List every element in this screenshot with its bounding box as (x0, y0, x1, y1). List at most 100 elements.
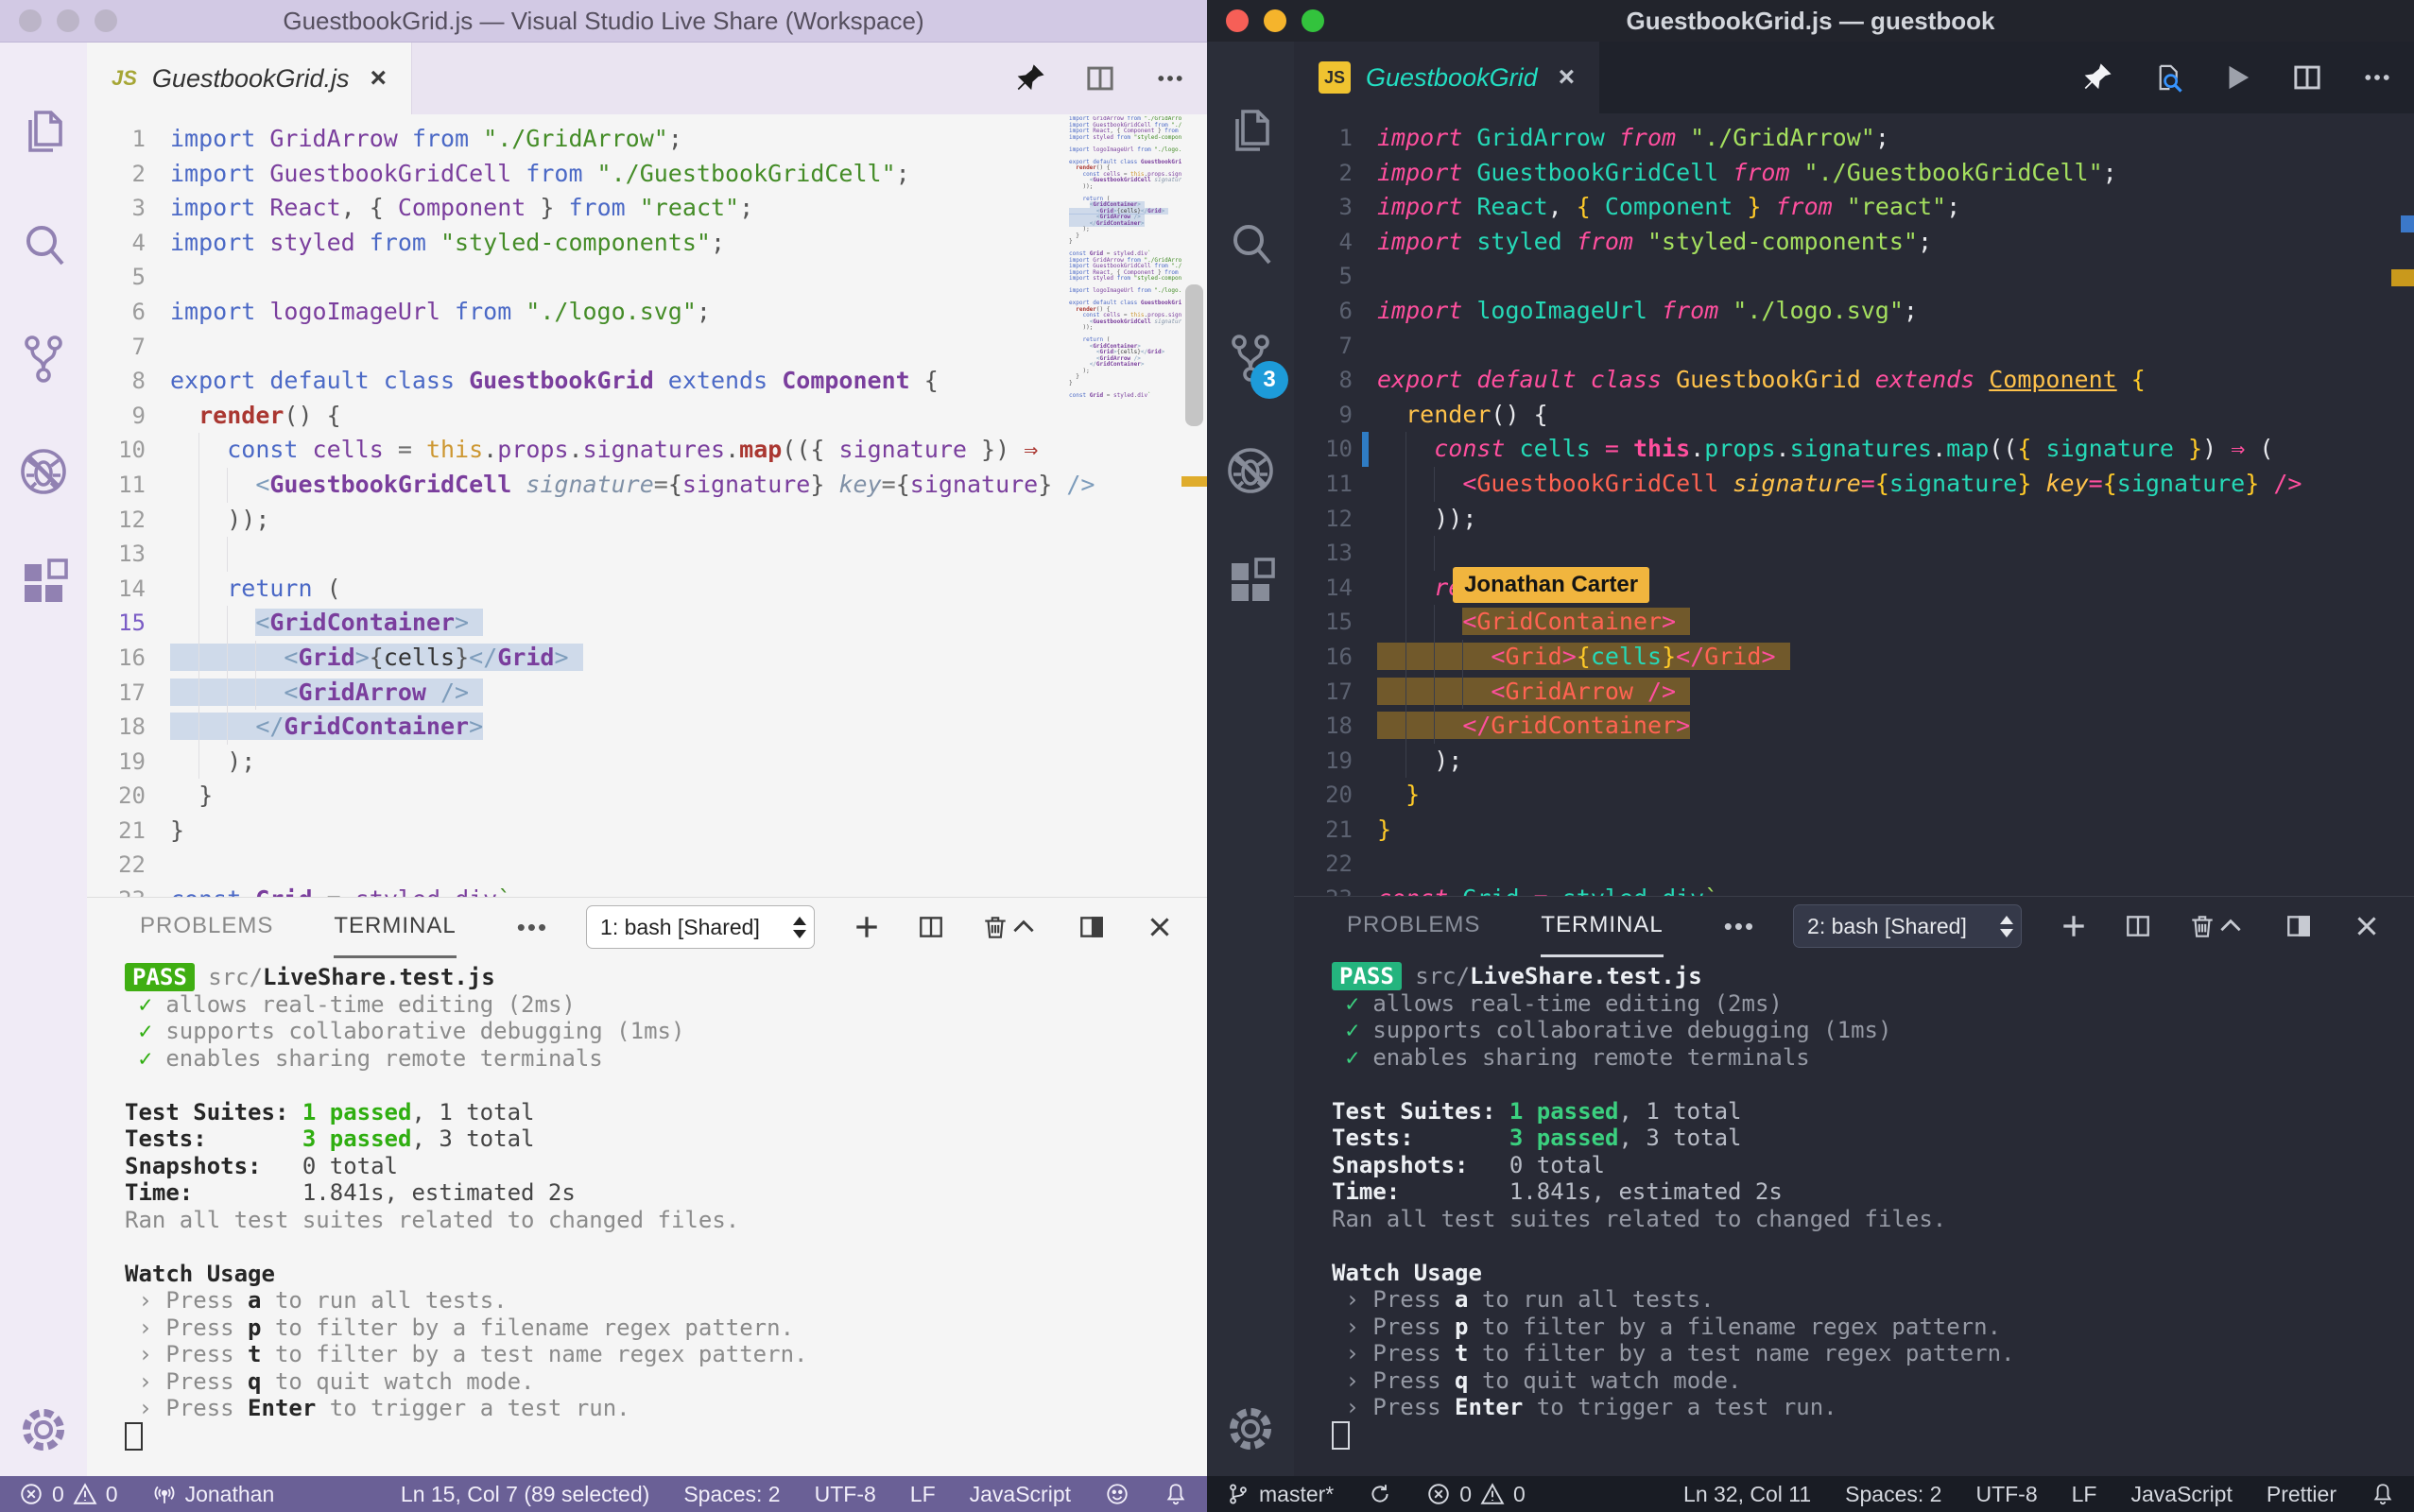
code-editor[interactable]: 1import GridArrow from "./GridArrow";2im… (1294, 113, 2414, 896)
terminal-output[interactable]: PASS src/LiveShare.test.js ✓ allows real… (87, 956, 1207, 1477)
git-branch-status[interactable]: master* (1226, 1482, 1334, 1507)
more-actions-icon[interactable] (1154, 62, 1186, 94)
minimap[interactable]: import GridArrow from "./GridArrow";impo… (1066, 116, 1181, 409)
language-mode[interactable]: JavaScript (970, 1482, 1071, 1507)
tab-guestbookgrid[interactable]: JS GuestbookGrid.js × (87, 43, 412, 114)
tab-problems[interactable]: PROBLEMS (1347, 896, 1480, 957)
tab-problems[interactable]: PROBLEMS (140, 897, 273, 958)
warnings-icon (73, 1482, 97, 1506)
pin-editor-icon[interactable] (2081, 61, 2113, 94)
split-terminal-icon[interactable] (2124, 912, 2152, 940)
kill-terminal-icon[interactable] (981, 913, 1009, 941)
close-window-icon[interactable] (1226, 9, 1249, 32)
encoding[interactable]: UTF-8 (815, 1482, 876, 1507)
new-terminal-icon[interactable] (853, 913, 881, 941)
terminal-select[interactable]: 1: bash [Shared] (586, 905, 815, 949)
problems-status[interactable]: 0 0 (1426, 1482, 1526, 1507)
panel-more-tabs-icon[interactable]: ••• (517, 913, 548, 942)
source-control-icon[interactable] (17, 332, 70, 385)
formatter-status[interactable]: Prettier (2267, 1482, 2336, 1507)
minimize-window-icon[interactable] (57, 9, 79, 32)
cursor-position[interactable]: Ln 32, Col 11 (1683, 1482, 1811, 1507)
sync-changes[interactable] (1368, 1482, 1392, 1506)
liveshare-session-status[interactable]: Jonathan (152, 1482, 275, 1507)
vscode-window-liveshare-guest: GuestbookGrid.js — Visual Studio Live Sh… (0, 0, 1207, 1512)
code-lines[interactable]: 1import GridArrow from "./GridArrow";2im… (1294, 121, 2414, 896)
titlebar[interactable]: GuestbookGrid.js — guestbook (1207, 0, 2414, 42)
new-terminal-icon[interactable] (2060, 912, 2088, 940)
editor-scrollbar[interactable] (1181, 114, 1207, 897)
broadcast-icon (152, 1482, 177, 1506)
terminal-select[interactable]: 2: bash [Shared] (1793, 904, 2022, 948)
zoom-window-icon[interactable] (1302, 9, 1324, 32)
tab-guestbookgrid[interactable]: JS GuestbookGrid × (1294, 42, 1599, 113)
traffic-lights[interactable] (19, 9, 117, 32)
tab-bar: JS GuestbookGrid.js × (87, 43, 1207, 114)
close-window-icon[interactable] (19, 9, 42, 32)
explorer-icon[interactable] (17, 105, 70, 158)
kill-terminal-icon[interactable] (2188, 912, 2216, 940)
settings-gear-icon[interactable] (17, 1403, 70, 1456)
eol[interactable]: LF (910, 1482, 936, 1507)
search-in-file-icon[interactable] (2151, 61, 2183, 94)
tab-close-icon[interactable]: × (1559, 61, 1576, 94)
traffic-lights[interactable] (1226, 9, 1324, 32)
toggle-panel-icon[interactable] (1078, 913, 1106, 941)
window-title: GuestbookGrid.js — Visual Studio Live Sh… (0, 7, 1207, 36)
errors-icon (19, 1482, 43, 1506)
cursor-position[interactable]: Ln 15, Col 7 (89 selected) (401, 1482, 649, 1507)
panel-header: PROBLEMS TERMINAL ••• 2: bash [Shared] (1294, 897, 2414, 955)
activity-bar (0, 43, 87, 1477)
debug-disabled-icon[interactable] (1224, 444, 1277, 497)
settings-gear-icon[interactable] (1224, 1402, 1277, 1455)
encoding[interactable]: UTF-8 (1975, 1482, 2037, 1507)
select-arrows-icon (2000, 916, 2013, 937)
indentation[interactable]: Spaces: 2 (1845, 1482, 1941, 1507)
git-modified-gutter-mark (1362, 432, 1369, 467)
panel-more-tabs-icon[interactable]: ••• (1724, 912, 1755, 941)
zoom-window-icon[interactable] (95, 9, 117, 32)
toggle-panel-icon[interactable] (2285, 912, 2313, 940)
tab-close-icon[interactable]: × (371, 62, 388, 94)
titlebar[interactable]: GuestbookGrid.js — Visual Studio Live Sh… (0, 0, 1207, 43)
collaborator-cursor-label: Jonathan Carter (1453, 567, 1649, 603)
notifications-bell-icon[interactable] (2371, 1482, 2395, 1506)
activity-bar: 3 (1207, 42, 1294, 1476)
feedback-smiley-icon[interactable] (1105, 1482, 1129, 1506)
search-icon[interactable] (17, 218, 70, 271)
split-editor-icon[interactable] (1084, 62, 1116, 94)
pin-editor-icon[interactable] (1014, 62, 1046, 94)
terminal-output[interactable]: PASS src/LiveShare.test.js ✓ allows real… (1294, 955, 2414, 1476)
close-panel-icon[interactable] (1146, 913, 1174, 941)
panel-header: PROBLEMS TERMINAL ••• 1: bash [Shared] (87, 898, 1207, 956)
tab-terminal[interactable]: TERMINAL (1541, 896, 1663, 957)
tab-bar: JS GuestbookGrid × (1294, 42, 2414, 113)
tab-terminal[interactable]: TERMINAL (334, 897, 456, 958)
git-branch-name: master* (1259, 1482, 1334, 1507)
extensions-icon[interactable] (17, 558, 70, 611)
split-terminal-icon[interactable] (917, 913, 945, 941)
indentation[interactable]: Spaces: 2 (683, 1482, 780, 1507)
maximize-panel-icon[interactable] (2216, 912, 2245, 940)
explorer-icon[interactable] (1224, 104, 1277, 157)
split-editor-icon[interactable] (2291, 61, 2323, 94)
errors-icon (1426, 1482, 1451, 1506)
problems-status[interactable]: 0 0 (19, 1482, 118, 1507)
debug-disabled-icon[interactable] (17, 445, 70, 498)
minimize-window-icon[interactable] (1264, 9, 1286, 32)
language-mode[interactable]: JavaScript (2130, 1482, 2232, 1507)
terminal-select-value: 1: bash [Shared] (600, 915, 760, 940)
errors-count: 0 (1459, 1482, 1472, 1507)
search-icon[interactable] (1224, 217, 1277, 270)
scrollbar-thumb[interactable] (1185, 284, 1203, 426)
notifications-bell-icon[interactable] (1164, 1482, 1188, 1506)
close-panel-icon[interactable] (2353, 912, 2381, 940)
maximize-panel-icon[interactable] (1009, 913, 1038, 941)
code-editor[interactable]: 1import GridArrow from "./GridArrow";2im… (87, 114, 1207, 897)
overview-ruler-cursor-mark (2401, 215, 2414, 232)
more-actions-icon[interactable] (2361, 61, 2393, 94)
extensions-icon[interactable] (1224, 558, 1277, 610)
code-lines[interactable]: 1import GridArrow from "./GridArrow";2im… (87, 122, 1207, 897)
eol[interactable]: LF (2072, 1482, 2097, 1507)
run-tests-icon[interactable] (2221, 61, 2253, 94)
